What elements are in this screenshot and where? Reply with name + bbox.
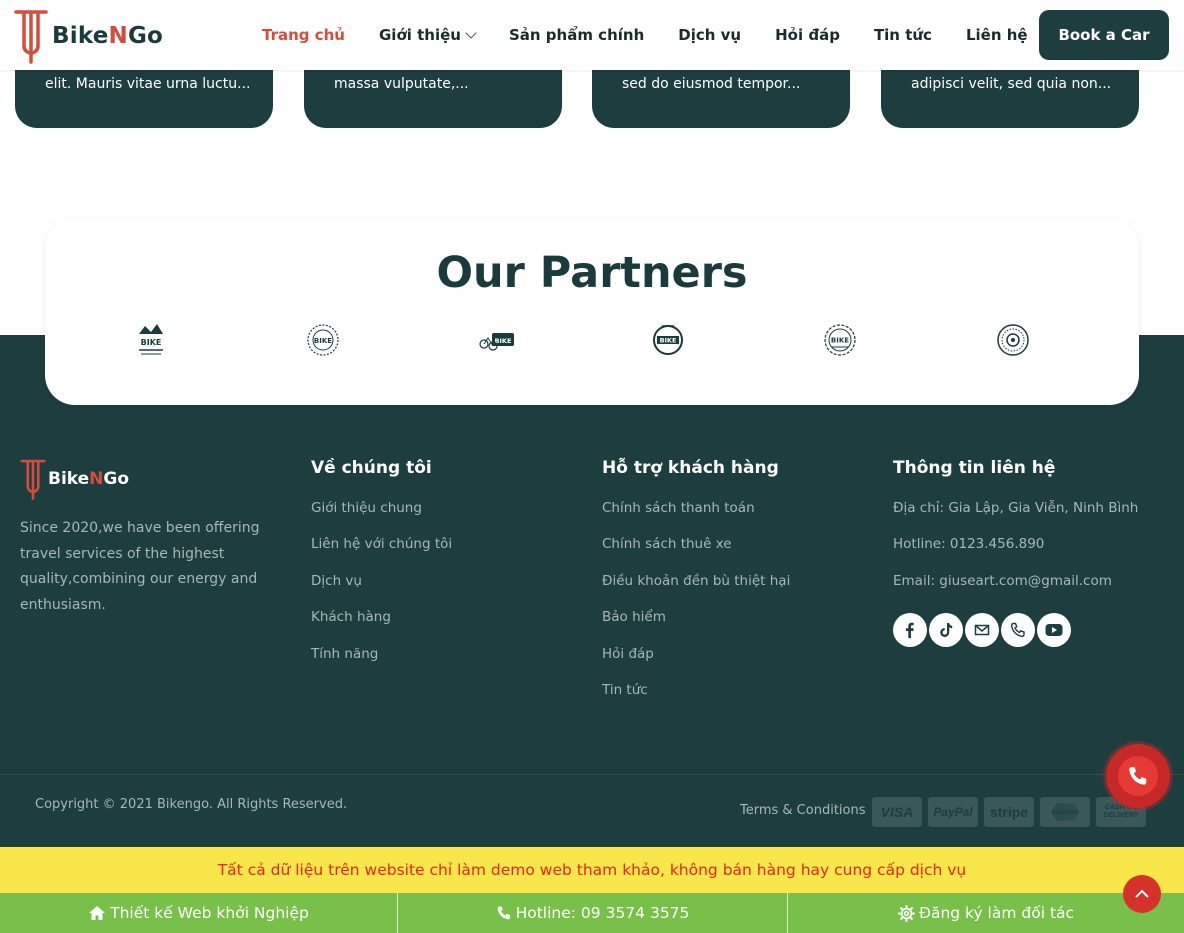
nav-home[interactable]: Trang chủ — [262, 26, 345, 44]
paypal-icon: PayPal — [928, 797, 978, 827]
visa-icon: VISA — [872, 797, 922, 827]
main-nav: Trang chủ Giới thiệu Sản phẩm chính Dịch… — [262, 0, 1062, 70]
phone-icon[interactable] — [1001, 613, 1035, 647]
footer-column-about: Về chúng tôi Giới thiệu chung Liên hệ vớ… — [311, 458, 452, 682]
bottom-action-bar: Thiết kế Web khởi Nghiệp Hotline: 09 357… — [0, 893, 1184, 933]
social-links — [893, 613, 1073, 647]
bike-logo-icon — [14, 10, 48, 64]
footer-link[interactable]: Giới thiệu chung — [311, 500, 452, 536]
footer-link[interactable]: Tính năng — [311, 646, 452, 682]
footer-link[interactable]: Liên hệ với chúng tôi — [311, 536, 452, 572]
phone-icon — [497, 906, 510, 920]
footer-link[interactable]: Điều khoản đền bù thiệt hại — [602, 573, 790, 609]
footer-link[interactable]: Bảo hiểm — [602, 609, 790, 645]
chevron-up-icon — [1135, 889, 1149, 898]
nav-faq[interactable]: Hỏi đáp — [775, 26, 840, 44]
facebook-icon[interactable] — [893, 613, 927, 647]
footer-about-text: Since 2020,we have been offering travel … — [20, 520, 260, 613]
svg-text:MasterCard: MasterCard — [1051, 810, 1079, 816]
article-card-excerpt: sed do eiusmod tempor... — [622, 76, 801, 92]
tiktok-icon[interactable] — [929, 613, 963, 647]
chevron-down-icon — [465, 27, 477, 39]
bike-logo-icon — [20, 459, 46, 500]
book-a-car-button[interactable]: Book a Car — [1039, 10, 1169, 60]
footer-column-title: Hỗ trợ khách hàng — [602, 458, 779, 478]
svg-text:BIKE: BIKE — [314, 337, 332, 345]
footer-column-title: Về chúng tôi — [311, 458, 432, 478]
partners-section: Our Partners BIKE BIKE BIKE BIKE BIKE — [45, 218, 1139, 405]
bottom-bar-hotline[interactable]: Hotline: 09 3574 3575 — [397, 893, 787, 933]
phone-icon — [1129, 767, 1147, 785]
footer-divider — [0, 774, 1184, 775]
footer-link[interactable]: Chính sách thuê xe — [602, 536, 790, 572]
nav-contact[interactable]: Liên hệ — [966, 26, 1028, 44]
floating-call-button[interactable] — [1106, 744, 1170, 808]
back-to-top-button[interactable] — [1123, 875, 1161, 913]
partner-logo-bike-badge-3[interactable]: BIKE — [476, 320, 516, 360]
gear-icon — [897, 904, 915, 922]
partner-logo-bike-badge-2[interactable]: BIKE — [303, 320, 343, 360]
svg-text:BIKE: BIKE — [660, 337, 677, 345]
bottom-bar-startup-web[interactable]: Thiết kế Web khởi Nghiệp — [0, 893, 397, 933]
footer-column-contact: Thông tin liên hệ Địa chỉ: Gia Lập, Gia … — [893, 458, 1138, 609]
partner-logo-bike-badge-4[interactable]: BIKE — [648, 320, 688, 360]
email-icon[interactable] — [965, 613, 999, 647]
contact-address: Địa chỉ: Gia Lập, Gia Viễn, Ninh Bình — [893, 500, 1139, 516]
stripe-icon: stripe — [984, 797, 1034, 827]
footer-logo[interactable]: BikeNGo — [20, 458, 129, 500]
footer-link[interactable]: Chính sách thanh toán — [602, 500, 790, 536]
footer-column-title: Thông tin liên hệ — [893, 458, 1056, 478]
svg-text:BIKE: BIKE — [831, 337, 849, 345]
article-card-excerpt: adipisci velit, sed quia non... — [911, 76, 1112, 92]
terms-link[interactable]: Terms & Conditions — [740, 803, 866, 818]
site-header: BikeNGo Trang chủ Giới thiệu Sản phẩm ch… — [0, 0, 1184, 70]
copyright-text: Copyright © 2021 Bikengo. All Rights Res… — [35, 797, 348, 812]
partner-logo-bike-badge-1[interactable]: BIKE — [131, 320, 171, 360]
footer-link[interactable]: Dịch vụ — [311, 573, 452, 609]
footer-brand-name: BikeNGo — [48, 469, 130, 489]
partners-title: Our Partners — [436, 248, 748, 298]
contact-email[interactable]: Email: giuseart.com@gmail.com — [893, 573, 1138, 609]
footer-link[interactable]: Khách hàng — [311, 609, 452, 645]
partner-logo-gear-badge[interactable] — [993, 320, 1033, 360]
nav-news[interactable]: Tin tức — [874, 26, 932, 44]
article-card-excerpt: elit. Mauris vitae urna luctu... — [45, 76, 251, 92]
home-icon — [89, 906, 106, 920]
footer-column-support: Hỗ trợ khách hàng Chính sách thanh toán … — [602, 458, 790, 718]
svg-text:BIKE: BIKE — [495, 337, 512, 345]
partner-logo-bike-badge-5[interactable]: BIKE — [820, 320, 860, 360]
footer-link[interactable]: Tin tức — [602, 682, 790, 718]
site-logo[interactable]: BikeNGo — [14, 8, 163, 64]
article-card-excerpt: massa vulputate,... — [334, 76, 469, 92]
nav-about[interactable]: Giới thiệu — [379, 26, 477, 44]
contact-hotline[interactable]: Hotline: 0123.456.890 — [893, 536, 1138, 572]
nav-products[interactable]: Sản phẩm chính — [509, 26, 644, 44]
brand-name: BikeNGo — [52, 23, 164, 49]
nav-services[interactable]: Dịch vụ — [678, 26, 741, 44]
svg-text:BIKE: BIKE — [141, 338, 162, 347]
demo-notice-bar: Tất cả dữ liệu trên website chỉ làm demo… — [0, 847, 1184, 893]
footer-link[interactable]: Hỏi đáp — [602, 646, 790, 682]
youtube-icon[interactable] — [1037, 613, 1071, 647]
mastercard-icon: MasterCard — [1040, 797, 1090, 827]
